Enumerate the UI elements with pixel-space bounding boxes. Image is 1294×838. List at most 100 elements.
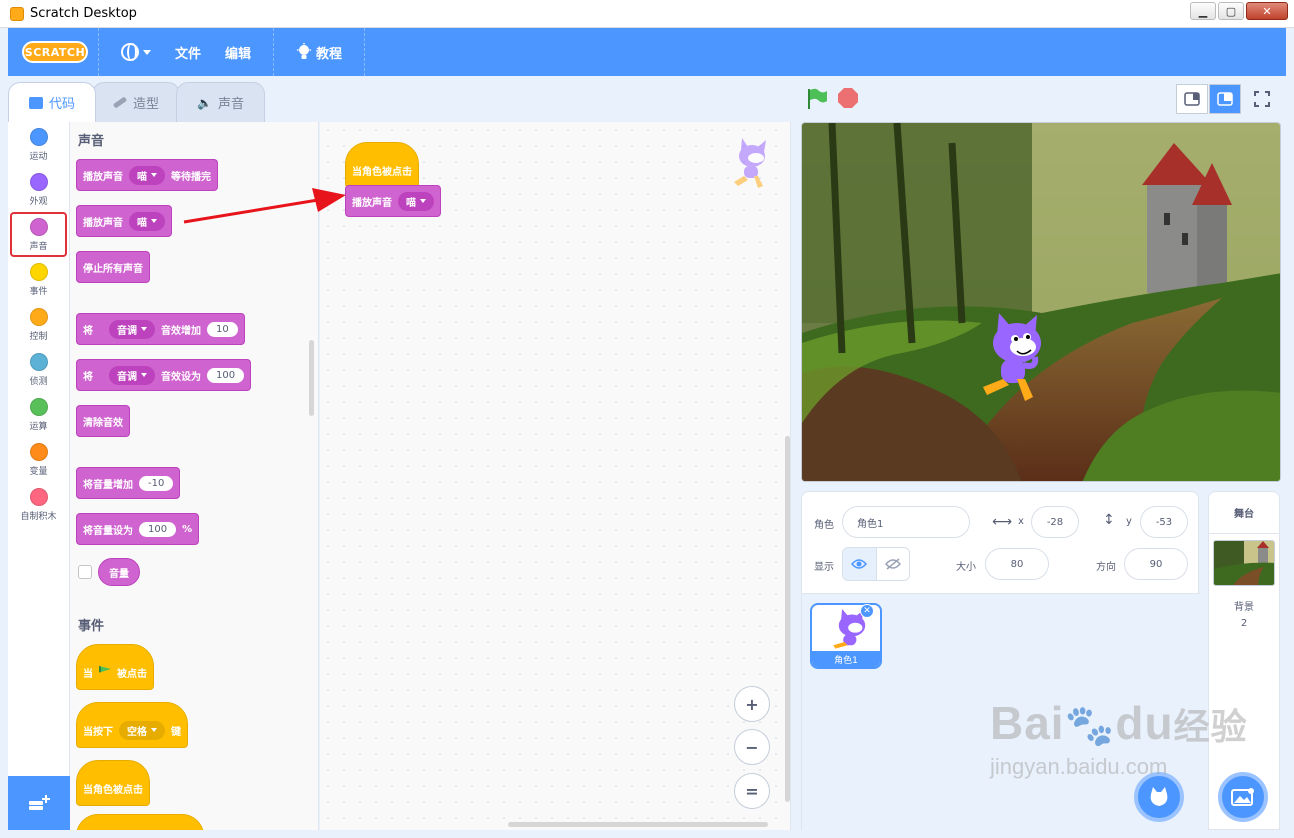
category-control[interactable]: 控制 — [8, 302, 69, 347]
block-when-sprite-clicked[interactable]: 当角色被点击 — [76, 760, 150, 806]
caret-down-icon — [143, 49, 151, 55]
category-sound[interactable]: 声音 — [10, 212, 67, 257]
tab-code-label: 代码 — [49, 97, 76, 112]
category-dot — [29, 262, 48, 281]
category-sensing[interactable]: 侦测 — [8, 347, 69, 392]
show-label: 显示 — [814, 562, 834, 573]
block-stop-all-sounds[interactable]: 停止所有声音 — [76, 251, 150, 283]
key-dropdown[interactable]: 空格 — [119, 720, 165, 740]
category-events[interactable]: 事件 — [8, 257, 69, 302]
window-titlebar: Scratch Desktop ▁ ▢ ✕ — [0, 0, 1294, 28]
x-position-input[interactable]: -28 — [1031, 506, 1079, 538]
file-menu[interactable]: 文件 — [175, 43, 201, 62]
hide-sprite-button[interactable] — [875, 548, 910, 580]
script-area[interactable] — [320, 122, 791, 830]
paintbrush-icon — [112, 96, 128, 109]
direction-input[interactable]: 90 — [1124, 548, 1188, 580]
volume-monitor-checkbox[interactable] — [78, 565, 92, 579]
script-area-horizontal-scrollbar[interactable] — [508, 822, 768, 827]
language-menu[interactable] — [121, 43, 151, 61]
category-my-blocks[interactable]: 自制积木 — [8, 482, 69, 527]
sprite-name-input[interactable]: 角色1 — [842, 506, 970, 538]
block-change-effect[interactable]: 将 音调 音效增加 10 — [76, 313, 245, 345]
stage-pane-title: 舞台 — [1209, 492, 1279, 534]
volume-set-input[interactable]: 100 — [139, 521, 177, 537]
script-block-start-sound[interactable]: 播放声音 喵 — [345, 185, 441, 217]
green-flag-button[interactable] — [806, 88, 828, 110]
tab-sounds[interactable]: 🔈 声音 — [176, 82, 265, 122]
fullscreen-button[interactable] — [1246, 84, 1278, 114]
category-operators[interactable]: 运算 — [8, 392, 69, 437]
x-arrow-icon: ⟷ — [992, 514, 1013, 530]
reporter-volume[interactable]: 音量 — [98, 558, 140, 586]
backdrops-count: 2 — [1240, 618, 1248, 629]
eye-off-icon — [884, 558, 901, 570]
size-input[interactable]: 80 — [985, 548, 1049, 580]
y-label: y — [1126, 516, 1132, 527]
zoom-in-button[interactable]: + — [734, 686, 770, 722]
volume-change-input[interactable]: -10 — [139, 475, 174, 491]
sound-dropdown[interactable]: 喵 — [398, 191, 434, 211]
block-when-key-pressed[interactable]: 当按下 空格 键 — [76, 702, 188, 748]
category-dot — [29, 442, 48, 461]
tutorials-label: 教程 — [316, 46, 343, 62]
sound-dropdown[interactable]: 喵 — [129, 165, 165, 185]
sprite-tile-name: 角色1 — [812, 651, 880, 667]
effect-set-input[interactable]: 100 — [207, 367, 245, 383]
palette-scrollbar[interactable] — [309, 340, 314, 416]
window-title: Scratch Desktop — [30, 6, 137, 21]
code-blocks-icon — [29, 96, 43, 109]
stage-canvas[interactable] — [801, 122, 1281, 482]
stop-button[interactable] — [838, 88, 858, 108]
zoom-reset-button[interactable]: = — [734, 773, 770, 809]
effect-change-input[interactable]: 10 — [207, 321, 238, 337]
y-position-input[interactable]: -53 — [1140, 506, 1188, 538]
close-button[interactable]: ✕ — [1246, 2, 1288, 20]
fullscreen-icon — [1254, 91, 1270, 107]
script-hat-when-sprite-clicked[interactable]: 当角色被点击 — [345, 142, 419, 188]
block-clear-effects[interactable]: 清除音效 — [76, 405, 130, 437]
category-looks[interactable]: 外观 — [8, 167, 69, 212]
effect-dropdown[interactable]: 音调 — [109, 319, 155, 339]
scratch-logo[interactable]: SCRATCH — [22, 41, 88, 63]
show-sprite-button[interactable] — [843, 548, 876, 580]
edit-menu[interactable]: 编辑 — [225, 43, 251, 62]
delete-sprite-button[interactable]: ✕ — [860, 604, 874, 618]
sprite-info: 角色 角色1 ⟷ x -28 ↕ y -53 显示 大小 80 方向 90 — [802, 492, 1200, 594]
tab-sounds-label: 声音 — [217, 97, 244, 112]
category-dot — [29, 307, 48, 326]
sound-dropdown[interactable]: 喵 — [129, 211, 165, 231]
block-change-volume[interactable]: 将音量增加 -10 — [76, 467, 181, 499]
globe-icon — [121, 43, 139, 61]
effect-dropdown[interactable]: 音调 — [109, 365, 155, 385]
category-dot — [29, 127, 48, 146]
minimize-button[interactable]: ▁ — [1190, 2, 1216, 20]
paw-icon: 🐾 — [1064, 704, 1116, 748]
sprite-label: 角色 — [814, 520, 834, 531]
script-area-vertical-scrollbar[interactable] — [785, 436, 790, 802]
block-when-flag-clicked[interactable]: 当 被点击 — [76, 644, 154, 690]
y-arrow-icon: ↕ — [1103, 512, 1115, 528]
large-stage-icon — [1217, 92, 1233, 106]
tab-code[interactable]: 代码 — [8, 82, 97, 122]
backdrops-label: 背景 — [1234, 602, 1254, 613]
category-variables[interactable]: 变量 — [8, 437, 69, 482]
category-dot — [29, 352, 48, 371]
tutorials-menu[interactable]: 教程 — [296, 43, 342, 62]
tab-costumes[interactable]: 造型 — [92, 82, 181, 122]
block-set-volume[interactable]: 将音量设为 100 % — [76, 513, 200, 545]
zoom-out-button[interactable]: − — [734, 729, 770, 765]
palette-section-events: 事件 — [78, 619, 105, 634]
block-set-effect[interactable]: 将 音调 音效设为 100 — [76, 359, 252, 391]
block-event-partial[interactable] — [76, 814, 204, 830]
palette-section-sound: 声音 — [78, 134, 105, 149]
block-start-sound[interactable]: 播放声音 喵 — [76, 205, 172, 237]
large-stage-button[interactable] — [1209, 84, 1241, 114]
category-dot — [29, 397, 48, 416]
add-extension-button[interactable] — [8, 776, 70, 830]
baidu-jingyan-watermark: Bai🐾du经验 jingyan.baidu.com — [990, 697, 1248, 779]
maximize-button[interactable]: ▢ — [1218, 2, 1244, 20]
category-motion[interactable]: 运动 — [8, 122, 69, 167]
add-extension-icon — [29, 795, 50, 810]
small-stage-button[interactable] — [1176, 84, 1208, 114]
